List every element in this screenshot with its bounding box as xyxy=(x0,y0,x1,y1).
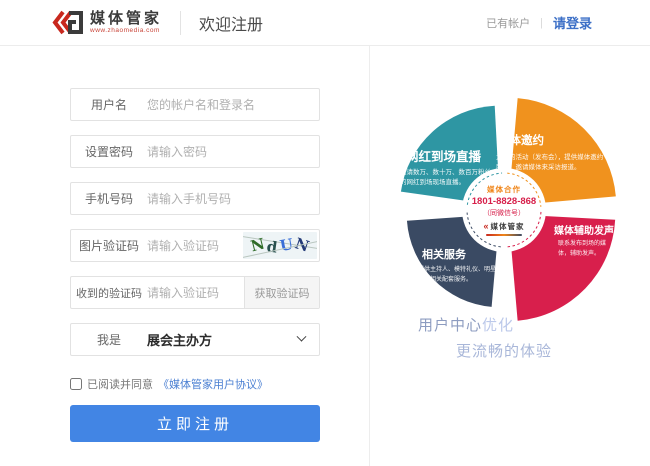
password-label: 设置密码 xyxy=(71,143,147,160)
captcha-char: d xyxy=(266,239,278,255)
header: 媒体管家 www.zhaomedia.com 欢迎注册 已有帐户 | 请登录 xyxy=(0,0,650,46)
password-input[interactable] xyxy=(147,145,319,159)
chart-center-badge: 媒体合作 1801-8828-868 （同微信号） « 媒体管家 xyxy=(462,168,546,252)
register-button[interactable]: 立即注册 xyxy=(70,405,320,442)
segment-desc-voice: 联系发布到场的媒体，辅助发声。 xyxy=(558,240,614,259)
phone-label: 手机号码 xyxy=(71,190,147,207)
segment-desc-services: 提供主持人、模特礼仪、明星邀请等相关配套服务。 xyxy=(418,266,504,285)
brand-logo-text: 媒体管家 www.zhaomedia.com xyxy=(90,11,162,35)
get-sms-code-button[interactable]: 获取验证码 xyxy=(244,277,319,308)
center-phone-number: 1801-8828-868 xyxy=(472,196,536,207)
brand-logo[interactable]: 媒体管家 www.zhaomedia.com xyxy=(52,9,162,37)
agreement-row: 已阅读并同意 《媒体管家用户协议》 xyxy=(70,376,320,392)
sms-code-row: 收到的验证码 获取验证码 xyxy=(70,276,320,309)
main-content: 用户名 设置密码 手机号码 图片验证码 N d U N xyxy=(0,46,650,466)
image-captcha-row: 图片验证码 N d U N xyxy=(70,229,320,262)
promo-caption-line2: 更流畅的体验 xyxy=(456,340,552,361)
role-select-row[interactable]: 我是 展会主办方 xyxy=(70,323,320,356)
phone-row: 手机号码 xyxy=(70,182,320,215)
center-brand-name: 媒体管家 xyxy=(491,221,525,232)
header-divider xyxy=(180,11,181,35)
phone-input[interactable] xyxy=(147,192,319,206)
header-right: 已有帐户 | 请登录 xyxy=(486,13,592,32)
username-label: 用户名 xyxy=(71,96,147,113)
username-row: 用户名 xyxy=(70,88,320,121)
captcha-image[interactable]: N d U N xyxy=(243,232,317,259)
captcha-char: N xyxy=(250,237,267,255)
header-bar-divider: | xyxy=(540,17,543,29)
brand-name: 媒体管家 xyxy=(90,11,162,26)
promo-caption-part-b: 优化 xyxy=(482,317,514,334)
center-title: 媒体合作 xyxy=(487,184,521,195)
segment-title-live: 网红到场直播 xyxy=(406,146,481,165)
promo-caption-line1: 用户中心优化 xyxy=(418,314,514,335)
brand-chevron-icon: « xyxy=(483,222,488,231)
brand-logo-icon xyxy=(52,9,84,37)
center-brand: « 媒体管家 xyxy=(483,221,524,232)
segment-title-voice: 媒体辅助发声 xyxy=(554,222,614,237)
sms-code-input[interactable] xyxy=(147,286,243,300)
have-account-text: 已有帐户 xyxy=(486,15,530,31)
role-label: 我是 xyxy=(71,331,147,348)
agreement-checkbox[interactable] xyxy=(70,378,82,390)
segment-title-invite: 媒体邀约 xyxy=(498,132,544,148)
image-captcha-input[interactable] xyxy=(147,239,243,253)
page-title: 欢迎注册 xyxy=(199,11,263,35)
center-wechat-note: （同微信号） xyxy=(483,208,525,218)
brand-url: www.zhaomedia.com xyxy=(90,28,162,35)
image-captcha-label: 图片验证码 xyxy=(71,237,147,254)
agreement-link[interactable]: 《媒体管家用户协议》 xyxy=(158,376,268,392)
chevron-down-icon xyxy=(297,332,307,342)
promo-panel: 网红到场直播 邀请数万、数十万、数百万粉丝的网红到场现场直播。 媒体邀约 为您的… xyxy=(370,46,650,466)
password-row: 设置密码 xyxy=(70,135,320,168)
promo-caption-part-a: 用户中心 xyxy=(418,317,482,334)
username-input[interactable] xyxy=(147,98,319,112)
agreement-text: 已阅读并同意 xyxy=(87,376,153,392)
captcha-char: N xyxy=(293,236,311,255)
login-link[interactable]: 请登录 xyxy=(553,13,592,32)
services-pie-chart: 网红到场直播 邀请数万、数十万、数百万粉丝的网红到场现场直播。 媒体邀约 为您的… xyxy=(384,90,634,340)
captcha-char: U xyxy=(279,237,294,254)
brand-underline xyxy=(486,234,522,236)
registration-form: 用户名 设置密码 手机号码 图片验证码 N d U N xyxy=(0,46,370,466)
role-selected-value: 展会主办方 xyxy=(147,330,298,349)
registration-page: 媒体管家 www.zhaomedia.com 欢迎注册 已有帐户 | 请登录 用… xyxy=(0,0,650,466)
sms-code-label: 收到的验证码 xyxy=(71,285,147,301)
segment-title-services: 相关服务 xyxy=(422,246,466,262)
